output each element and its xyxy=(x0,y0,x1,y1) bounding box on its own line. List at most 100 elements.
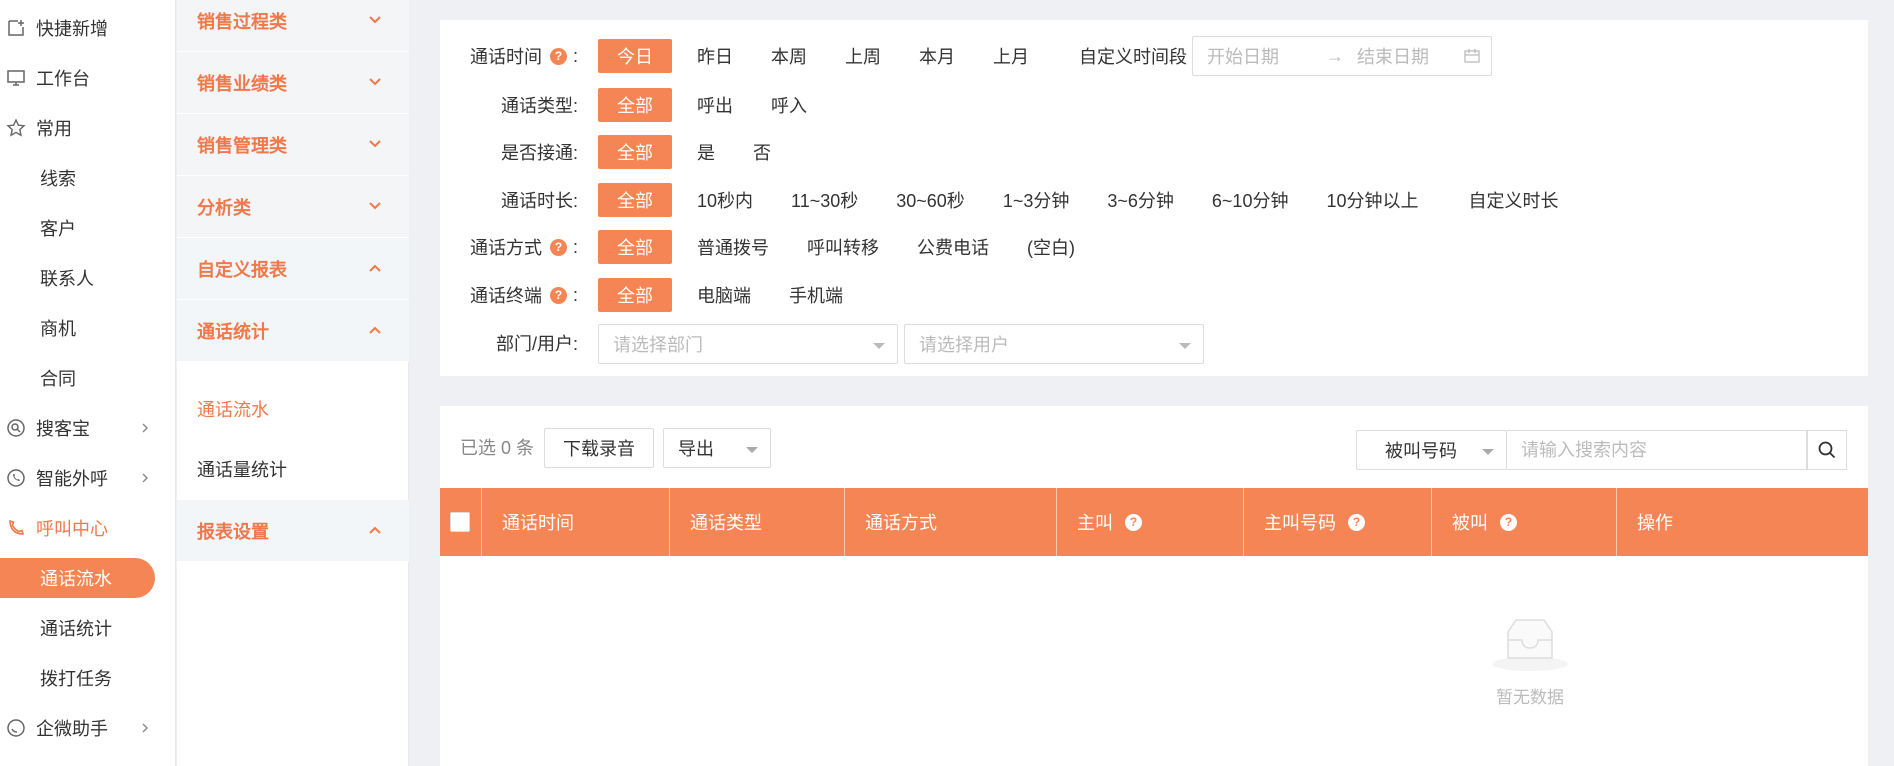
report-link-call-records[interactable]: 通话流水 xyxy=(197,396,269,422)
search-field-select[interactable]: 被叫号码 xyxy=(1356,430,1507,470)
filter-option[interactable]: 本月 xyxy=(900,39,974,73)
filter-label: 通话终端 ?: xyxy=(440,282,598,308)
filter-option[interactable]: 否 xyxy=(734,135,790,169)
export-dropdown[interactable]: 导出 xyxy=(663,428,771,468)
filter-option[interactable]: 上月 xyxy=(974,39,1048,73)
report-group-sales-management[interactable]: 销售管理类 xyxy=(177,114,409,176)
chevron-up-icon xyxy=(369,526,381,534)
end-date-input[interactable]: 结束日期 xyxy=(1347,43,1459,69)
nav-contracts[interactable]: 合同 xyxy=(0,358,176,398)
column-header[interactable]: 通话方式 xyxy=(845,488,1057,556)
help-icon[interactable]: ? xyxy=(1500,513,1517,531)
filter-option[interactable]: 今日 xyxy=(598,39,672,73)
search-circle-icon xyxy=(5,417,27,439)
filter-option[interactable]: 3~6分钟 xyxy=(1088,183,1193,217)
filter-option[interactable]: 30~60秒 xyxy=(877,183,984,217)
filter-option[interactable]: 全部 xyxy=(598,88,672,122)
nav-wecom[interactable]: 企微助手 xyxy=(0,708,176,748)
filter-option[interactable]: 公费电话 xyxy=(898,230,1008,264)
user-select[interactable]: 请选择用户 xyxy=(904,324,1204,364)
column-header[interactable]: 通话时间 xyxy=(482,488,670,556)
nav-workbench[interactable]: 工作台 xyxy=(0,58,176,98)
report-group-analysis[interactable]: 分析类 xyxy=(177,176,409,238)
filter-option[interactable]: 普通拨号 xyxy=(678,230,788,264)
search-input[interactable] xyxy=(1507,430,1807,470)
filter-option[interactable]: 自定义时长 xyxy=(1449,183,1577,217)
search-icon xyxy=(1818,441,1836,459)
column-header-label: 主叫号码 xyxy=(1264,513,1336,533)
filter-option[interactable]: 全部 xyxy=(598,230,672,264)
filter-row-connected: 是否接通: 全部 是 否 xyxy=(440,134,790,170)
filter-option[interactable]: 6~10分钟 xyxy=(1193,183,1308,217)
empty-inbox-icon xyxy=(1492,619,1568,671)
nav-customers[interactable]: 客户 xyxy=(0,208,176,248)
nav-call-center[interactable]: 呼叫中心 xyxy=(0,508,176,548)
chat-circle-icon xyxy=(5,717,27,739)
nav-common-label: 常用 xyxy=(36,119,72,139)
report-group-call-stats[interactable]: 通话统计 xyxy=(177,300,409,362)
filter-option[interactable]: 是 xyxy=(678,135,734,169)
filter-custom-label: 自定义时间段 xyxy=(1079,47,1187,67)
help-icon[interactable]: ? xyxy=(1348,513,1365,531)
filter-option[interactable]: 10分钟以上 xyxy=(1307,183,1437,217)
nav-contracts-label: 合同 xyxy=(40,369,76,389)
nav-souke[interactable]: 搜客宝 xyxy=(0,408,176,448)
filter-option[interactable]: 10秒内 xyxy=(678,183,772,217)
report-group-settings[interactable]: 报表设置 xyxy=(177,500,409,562)
filter-label: 通话时间 ?: xyxy=(440,43,598,69)
select-all-checkbox[interactable] xyxy=(450,512,470,532)
nav-contacts[interactable]: 联系人 xyxy=(0,258,176,298)
filter-option[interactable]: 上周 xyxy=(826,39,900,73)
filter-option[interactable]: 11~30秒 xyxy=(772,183,877,217)
filter-option[interactable]: (空白) xyxy=(1008,230,1094,264)
nav-common[interactable]: 常用 xyxy=(0,108,176,148)
filter-option[interactable]: 全部 xyxy=(598,135,672,169)
filter-option[interactable]: 电脑端 xyxy=(678,278,770,312)
filter-option[interactable]: 昨日 xyxy=(678,39,752,73)
report-group-custom[interactable]: 自定义报表 xyxy=(177,238,409,300)
report-group-sales-performance[interactable]: 销售业绩类 xyxy=(177,52,409,114)
help-icon[interactable]: ? xyxy=(549,286,567,304)
filter-option[interactable]: 本周 xyxy=(752,39,826,73)
nav-call-stats[interactable]: 通话统计 xyxy=(0,608,176,648)
report-group-sales-process[interactable]: 销售过程类 xyxy=(177,0,409,52)
nav-opportunities[interactable]: 商机 xyxy=(0,308,176,348)
department-select[interactable]: 请选择部门 xyxy=(598,324,898,364)
report-link-call-volume[interactable]: 通话量统计 xyxy=(197,456,287,482)
column-header[interactable]: 主叫号码 ? xyxy=(1244,488,1432,556)
help-icon[interactable]: ? xyxy=(549,47,567,65)
column-header[interactable]: 被叫 ? xyxy=(1432,488,1617,556)
nav-call-stats-label: 通话统计 xyxy=(40,619,112,639)
nav-leads[interactable]: 线索 xyxy=(0,158,176,198)
help-icon[interactable]: ? xyxy=(549,238,567,256)
nav-call-records-label: 通话流水 xyxy=(40,569,112,589)
report-group-label: 分析类 xyxy=(197,197,251,218)
help-icon[interactable]: ? xyxy=(1125,513,1142,531)
nav-wecom-label: 企微助手 xyxy=(36,719,108,739)
column-header[interactable]: 通话类型 xyxy=(670,488,845,556)
caret-down-icon xyxy=(873,343,885,349)
filter-option[interactable]: 呼出 xyxy=(678,88,752,122)
filter-option[interactable]: 手机端 xyxy=(770,278,862,312)
column-header-label: 主叫 xyxy=(1077,513,1113,533)
empty-state: 暂无数据 xyxy=(1470,616,1590,708)
nav-smart-call[interactable]: 智能外呼 xyxy=(0,458,176,498)
filter-option[interactable]: 全部 xyxy=(598,183,672,217)
filter-option[interactable]: 呼入 xyxy=(752,88,826,122)
nav-call-records[interactable]: 通话流水 xyxy=(0,558,155,598)
search-field-label: 被叫号码 xyxy=(1385,441,1457,461)
column-header[interactable]: 主叫 ? xyxy=(1057,488,1244,556)
filter-row-call-time: 通话时间 ?: 今日 昨日 本周 上周 本月 上月 自定义时间段 xyxy=(440,38,1206,74)
filter-label: 部门/用户: xyxy=(495,334,578,354)
download-recording-button[interactable]: 下载录音 xyxy=(544,428,654,468)
nav-workbench-label: 工作台 xyxy=(36,69,90,89)
nav-quick-add[interactable]: 快捷新增 xyxy=(0,8,176,48)
filter-option[interactable]: 全部 xyxy=(598,278,672,312)
filter-option[interactable]: 1~3分钟 xyxy=(984,183,1089,217)
nav-dial-tasks[interactable]: 拨打任务 xyxy=(0,658,176,698)
date-range-picker[interactable]: 开始日期 → 结束日期 xyxy=(1192,36,1492,76)
search-button[interactable] xyxy=(1807,430,1847,470)
filter-option[interactable]: 呼叫转移 xyxy=(788,230,898,264)
start-date-input[interactable]: 开始日期 xyxy=(1193,43,1323,69)
filter-label-text: 通话时间 xyxy=(469,47,542,67)
